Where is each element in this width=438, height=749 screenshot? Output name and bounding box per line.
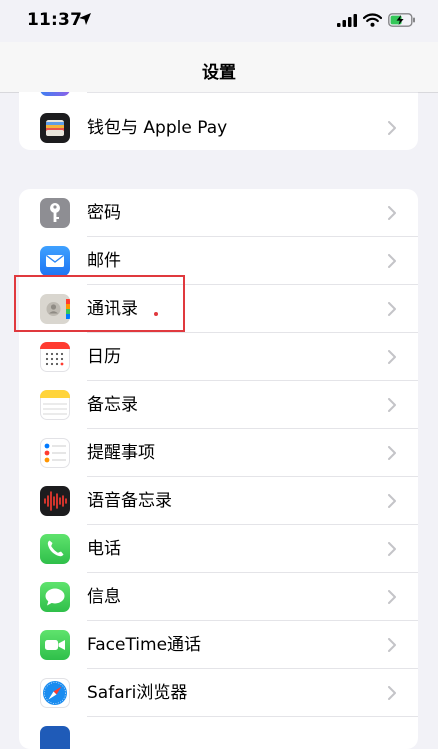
location-arrow-icon [79,13,91,25]
settings-row-label: 信息 [87,587,121,607]
wifi-icon [363,13,382,27]
settings-row-notes[interactable]: 备忘录 [19,381,418,429]
chevron-right-icon [388,638,396,652]
reminders-icon [40,438,70,468]
messages-icon [40,582,70,612]
settings-row-wallet[interactable]: 钱包与 Apple Pay [19,104,418,150]
settings-group-apps: 密码 邮件 通讯录 日历 备忘录 提醒事项 语音备忘录 电话 信息 FaceTi… [19,189,418,749]
chevron-right-icon [388,398,396,412]
cellular-signal-icon [337,13,357,27]
chevron-right-icon [388,302,396,316]
settings-row-label: 密码 [87,203,121,223]
settings-row-label: FaceTime通话 [87,635,202,655]
wallet-icon [40,113,70,143]
settings-row-voice-memos[interactable]: 语音备忘录 [19,477,418,525]
chevron-right-icon [388,350,396,364]
settings-row-label: 电话 [87,539,121,559]
navigation-bar: 设置 [0,42,438,93]
chevron-right-icon [388,446,396,460]
chevron-right-icon [388,590,396,604]
facetime-icon [40,630,70,660]
chevron-right-icon [388,254,396,268]
settings-row-partial [19,717,418,749]
row-separator [87,92,418,93]
chevron-right-icon [388,686,396,700]
settings-row-reminders[interactable]: 提醒事项 [19,429,418,477]
voice-memos-icon [40,486,70,516]
phone-icon [40,534,70,564]
app-icon-partial [40,726,70,749]
settings-row-safari[interactable]: Safari浏览器 [19,669,418,717]
settings-row-label: 提醒事项 [87,443,155,463]
settings-row-label: Safari浏览器 [87,683,188,703]
app-icon-partial [40,92,70,96]
notes-icon [40,390,70,420]
settings-row-passwords[interactable]: 密码 [19,189,418,237]
settings-row-label: 语音备忘录 [87,491,172,511]
highlight-dot [154,312,158,316]
status-bar: 11:37 [0,0,438,42]
calendar-icon [40,342,70,372]
chevron-right-icon [388,206,396,220]
settings-row-label: 备忘录 [87,395,138,415]
settings-row-phone[interactable]: 电话 [19,525,418,573]
settings-row-messages[interactable]: 信息 [19,573,418,621]
settings-row-facetime[interactable]: FaceTime通话 [19,621,418,669]
settings-row-label: 钱包与 Apple Pay [87,118,228,138]
key-icon [40,198,70,228]
chevron-right-icon [388,494,396,508]
status-time: 11:37 [27,10,83,30]
page-title: 设置 [202,63,236,83]
safari-icon [40,678,70,708]
chevron-right-icon [388,542,396,556]
mail-icon [40,246,70,276]
settings-group-wallet: 钱包与 Apple Pay [19,92,418,150]
settings-row-calendar[interactable]: 日历 [19,333,418,381]
chevron-right-icon [388,121,396,135]
settings-row-label: 日历 [87,347,121,367]
highlight-box [14,275,185,332]
battery-charging-icon [388,13,415,27]
